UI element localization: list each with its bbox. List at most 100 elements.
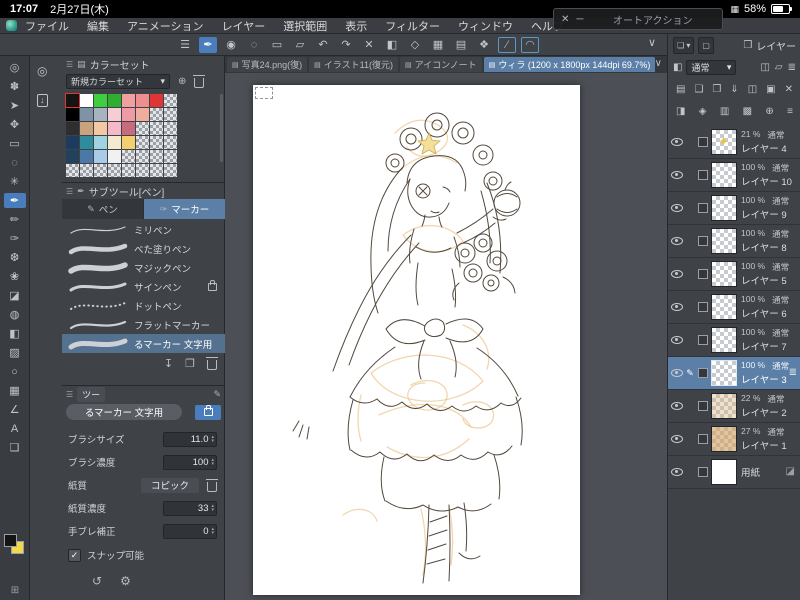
onion-skin-icon[interactable]: ▱ — [775, 62, 783, 73]
reset-icon[interactable]: ↺ — [92, 574, 102, 588]
blend-category-icon[interactable]: ◧ — [673, 62, 682, 73]
layer-thumbnail[interactable] — [711, 294, 737, 320]
lock-transparent-icon[interactable]: ▩ — [743, 106, 752, 117]
layer-thumbnail[interactable] — [711, 129, 737, 155]
layer-row[interactable]: 100 %通常 レイヤー 8 ≣ ◪ — [668, 225, 800, 258]
color-swatch[interactable] — [94, 136, 107, 149]
visibility-eye-icon[interactable] — [671, 171, 683, 179]
brush-opacity-input[interactable]: 100 ▴ ▾ — [163, 454, 217, 470]
zoom-icon[interactable]: ◎ — [4, 60, 26, 75]
object-icon[interactable]: ➤ — [4, 98, 26, 113]
layer-thumbnail[interactable] — [711, 195, 737, 221]
color-swatch[interactable] — [136, 94, 149, 107]
text-icon[interactable]: A — [4, 421, 26, 436]
workspace-grid-icon[interactable]: ⊞ — [0, 585, 30, 596]
main-menu-icon[interactable]: ☰ — [176, 37, 194, 53]
undo-icon[interactable]: ↶ — [314, 37, 332, 53]
stepper-arrows[interactable]: ▴ ▾ — [211, 527, 214, 536]
figure-icon[interactable]: ○ — [4, 364, 26, 379]
subtool-brush-item[interactable]: るマーカー 文字用 — [62, 334, 225, 353]
palette-chip[interactable]: ▢ — [698, 36, 714, 54]
color-swatch[interactable] — [94, 94, 107, 107]
color-swatch[interactable] — [80, 94, 93, 107]
layer-checkbox[interactable] — [698, 269, 708, 279]
move-layer-icon[interactable]: ✥ — [4, 117, 26, 132]
menu-item[interactable]: ファイル — [25, 18, 69, 34]
canvas-tab-active[interactable]: ▤ ウィラ (1200 x 1800px 144dpi 69.7%) — [483, 57, 656, 72]
color-swatch[interactable] — [164, 94, 177, 107]
subtool-brush-item[interactable]: サインペン — [62, 277, 225, 296]
color-swatch[interactable] — [122, 150, 135, 163]
gradient-icon[interactable]: ▨ — [4, 345, 26, 360]
lock-button[interactable] — [195, 404, 221, 420]
settings-wrench-icon[interactable]: ⚙ — [120, 574, 131, 588]
snap-curve-toggle-icon[interactable]: ◠ — [521, 36, 539, 53]
color-swatch[interactable] — [150, 164, 163, 177]
layer-thumbnail[interactable] — [711, 327, 737, 353]
ruler-icon[interactable]: ∠ — [4, 402, 26, 417]
delete-layer-icon[interactable]: ✕ — [785, 84, 793, 95]
color-swatch[interactable] — [164, 150, 177, 163]
mask-view-icon[interactable]: ◫ — [760, 62, 769, 73]
layer-row[interactable]: 100 %通常 レイヤー 10 ≣ ◪ — [668, 159, 800, 192]
color-swatch[interactable] — [122, 108, 135, 121]
color-swatch[interactable] — [80, 164, 93, 177]
layer-checkbox[interactable] — [698, 335, 708, 345]
snap-checkbox[interactable]: ✓ — [68, 548, 81, 562]
layer-checkbox[interactable] — [698, 401, 708, 411]
layer-row[interactable]: 100 %通常 レイヤー 6 ≣ ◪ — [668, 291, 800, 324]
fill-icon[interactable]: ◧ — [383, 37, 401, 53]
color-swatch[interactable] — [136, 108, 149, 121]
stepper-arrows[interactable]: ▴ ▾ — [211, 504, 214, 513]
color-swatch[interactable] — [80, 122, 93, 135]
pen-icon[interactable]: ✒ — [3, 193, 26, 208]
tab-pen[interactable]: ✎ ペン — [62, 199, 143, 219]
add-color-icon[interactable]: ⊕ — [178, 76, 186, 87]
layer-row[interactable]: ✎ 100 %通常 レイヤー 3 ≣ ◪ — [668, 357, 800, 390]
color-swatch[interactable] — [122, 94, 135, 107]
chevron-down-icon[interactable]: ∨ — [648, 36, 656, 49]
menu-item[interactable]: 表示 — [345, 18, 367, 34]
color-swatch[interactable] — [108, 122, 121, 135]
snap-line-toggle-icon[interactable]: ∕ — [498, 36, 516, 53]
zoom-palette-icon[interactable]: ◎ — [37, 64, 47, 78]
lock-layer-icon[interactable]: ▣ — [766, 84, 775, 95]
redo-icon[interactable]: ↷ — [337, 37, 355, 53]
color-swatch[interactable] — [108, 94, 121, 107]
layer-checkbox[interactable] — [698, 137, 708, 147]
subtool-brush-item[interactable]: フラットマーカー — [62, 315, 225, 334]
color-swatch[interactable] — [108, 150, 121, 163]
subtool-brush-item[interactable]: ドットペン — [62, 296, 225, 315]
stepper-arrows[interactable]: ▴ ▾ — [211, 458, 214, 467]
layer-row[interactable]: 100 %通常 レイヤー 5 ≣ ◪ — [668, 258, 800, 291]
color-swatch[interactable] — [122, 136, 135, 149]
color-swatch[interactable] — [108, 108, 121, 121]
color-swatch[interactable] — [80, 136, 93, 149]
color-swatch[interactable] — [164, 122, 177, 135]
color-swatch[interactable] — [136, 150, 149, 163]
clear-icon[interactable]: ✕ — [360, 37, 378, 53]
layer-checkbox[interactable] — [698, 467, 708, 477]
pencil-icon[interactable]: ✏ — [4, 212, 26, 227]
color-swatch[interactable] — [136, 122, 149, 135]
foreground-color-chip[interactable] — [4, 534, 17, 547]
layer-row[interactable]: 21 %通常 レイヤー 4 ≣ ◪ — [668, 126, 800, 159]
color-swatch[interactable] — [122, 164, 135, 177]
app-logo-icon[interactable] — [6, 20, 17, 31]
color-swatch[interactable] — [80, 108, 93, 121]
merge-down-icon[interactable]: ⇓ — [730, 84, 738, 95]
layer-thumbnail[interactable] — [711, 261, 737, 287]
chevron-down-icon[interactable]: ∨ — [655, 58, 662, 69]
menu-item[interactable]: 編集 — [87, 18, 109, 34]
color-indicator[interactable] — [4, 534, 26, 556]
color-swatch[interactable] — [66, 108, 79, 121]
color-swatch[interactable] — [164, 164, 177, 177]
color-set-preset-dropdown[interactable]: 新規カラーセット ▾ — [66, 74, 170, 89]
color-swatch[interactable] — [94, 108, 107, 121]
visibility-eye-icon[interactable] — [671, 468, 683, 476]
balloon-icon[interactable]: ❏ — [4, 440, 26, 455]
layer-row[interactable]: 100 %通常 レイヤー 9 ≣ ◪ — [668, 192, 800, 225]
layer-menu-icon[interactable]: ≡ — [787, 106, 793, 117]
select-circle-icon[interactable]: ◌ — [245, 37, 263, 53]
layer-thumbnail[interactable] — [711, 228, 737, 254]
